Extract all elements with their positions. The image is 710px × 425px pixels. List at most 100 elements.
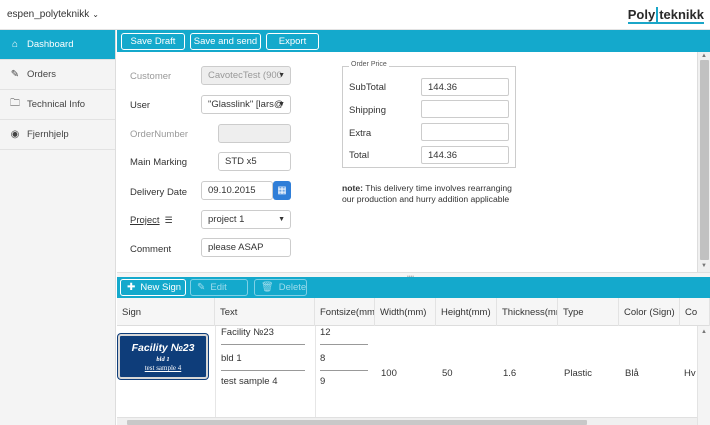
edit-icon: ✎ <box>197 282 206 293</box>
edit-icon: ✎ <box>10 69 20 80</box>
extra-input[interactable] <box>421 123 509 141</box>
main-marking-input[interactable]: STD x5 <box>218 152 291 171</box>
fontsize-value: 12 <box>320 327 331 338</box>
home-icon: ⌂ <box>11 39 19 50</box>
column-header-width[interactable]: Width(mm) <box>375 298 436 326</box>
fontsize-divider <box>320 344 368 345</box>
subtotal-label: SubTotal <box>349 82 386 93</box>
scrollbar-thumb[interactable] <box>700 60 709 260</box>
grid-header: Sign Text Fontsize(mm) Width(mm) Height(… <box>117 298 710 326</box>
subtotal-input[interactable]: 144.36 <box>421 78 509 96</box>
total-input[interactable]: 144.36 <box>421 146 509 164</box>
lifebuoy-icon: ◉ <box>10 129 20 140</box>
comment-input[interactable]: please ASAP <box>201 238 291 257</box>
sidebar-item-orders[interactable]: ✎ Orders <box>0 60 115 90</box>
order-price-panel: Order Price SubTotal 144.36 Shipping Ext… <box>342 61 516 168</box>
logo-underline <box>627 22 704 24</box>
extra-label: Extra <box>349 128 372 139</box>
sidebar-item-dashboard[interactable]: ⌂ Dashboard <box>0 30 115 60</box>
dropdown-arrow-icon: ▼ <box>278 101 285 108</box>
sign-text-line: test sample 4 <box>221 376 278 387</box>
edit-button[interactable]: ✎ Edit <box>190 279 248 296</box>
delivery-date-label: Delivery Date <box>130 187 188 198</box>
chevron-down-icon: ⌄ <box>92 10 99 19</box>
plus-icon: ✚ <box>127 282 136 293</box>
export-button[interactable]: Export <box>266 33 319 50</box>
sidebar: ⌂ Dashboard ✎ Orders 🗀 Technical Info ◉ … <box>0 30 116 425</box>
shipping-input[interactable] <box>421 100 509 118</box>
sign-text-line: Facility №23 <box>221 327 274 338</box>
scroll-down-icon[interactable]: ▼ <box>701 263 707 269</box>
order-number-label: OrderNumber <box>130 129 189 140</box>
sign-grid: Sign Text Fontsize(mm) Width(mm) Height(… <box>117 298 710 425</box>
order-toolbar: Save Draft Save and send Export <box>117 30 710 52</box>
column-header-thickness[interactable]: Thickness(mm <box>497 298 558 326</box>
edit-label: Edit <box>210 282 227 293</box>
trash-icon: 🗑 <box>261 282 274 293</box>
sidebar-item-label: Fjernhjelp <box>27 129 69 140</box>
sign-text-line: bld 1 <box>221 353 242 364</box>
save-draft-button[interactable]: Save Draft <box>121 33 185 50</box>
new-sign-button[interactable]: ✚ New Sign <box>120 279 186 296</box>
project-value: project 1 <box>208 214 245 225</box>
customer-value: CavotecTest (900 <box>208 70 282 81</box>
delivery-note: note: This delivery time involves rearra… <box>342 183 517 205</box>
thickness-value: 1.6 <box>503 368 517 379</box>
scroll-up-icon[interactable]: ▲ <box>701 329 707 335</box>
user-label: User <box>130 100 151 111</box>
scrollbar-thumb[interactable] <box>127 420 587 425</box>
sidebar-item-label: Technical Info <box>27 99 86 110</box>
column-header-sign[interactable]: Sign <box>117 298 215 326</box>
top-bar: espen_polyteknikk ⌄ Poly teknikk <box>0 0 710 30</box>
column-header-color2[interactable]: Co <box>680 298 710 326</box>
list-icon[interactable]: ☰ <box>165 215 173 225</box>
order-form: Customer CavotecTest (900 ▼ User "Glassl… <box>117 52 697 272</box>
scroll-up-icon[interactable]: ▲ <box>701 53 707 59</box>
delete-label: Delete <box>278 282 307 293</box>
logo-text-part2: teknikk <box>656 6 704 22</box>
customer-label: Customer <box>130 71 172 82</box>
column-header-type[interactable]: Type <box>558 298 619 326</box>
order-price-legend: Order Price <box>349 61 389 68</box>
delete-button[interactable]: 🗑 Delete <box>254 279 307 296</box>
grid-scrollbar[interactable]: ▲ <box>697 326 710 425</box>
height-value: 50 <box>442 368 453 379</box>
folder-icon: 🗀 <box>10 98 20 109</box>
customer-select[interactable]: CavotecTest (900 ▼ <box>201 66 291 85</box>
form-scrollbar[interactable]: ▲ ▼ <box>697 52 710 272</box>
calendar-icon[interactable]: ▦ <box>273 181 291 200</box>
column-header-text[interactable]: Text <box>215 298 315 326</box>
fontsize-value: 8 <box>320 353 326 364</box>
sign-preview[interactable]: Facility №23 bld 1 test sample 4 <box>118 334 208 379</box>
main-marking-label: Main Marking <box>130 157 188 168</box>
sidebar-item-label: Dashboard <box>27 39 74 50</box>
text-divider <box>221 344 305 345</box>
column-header-color-sign[interactable]: Color (Sign) <box>619 298 680 326</box>
color-sign-value: Blå <box>625 368 639 379</box>
dropdown-arrow-icon: ▼ <box>278 216 285 223</box>
new-sign-label: New Sign <box>140 282 182 293</box>
project-select[interactable]: project 1 ▼ <box>201 210 291 229</box>
user-select[interactable]: "Glasslink" [lars@ ▼ <box>201 95 291 114</box>
sign-grid-toolbar: ✚ New Sign ✎ Edit 🗑 Delete <box>117 277 710 298</box>
sidebar-item-label: Orders <box>27 69 57 80</box>
sidebar-item-technical-info[interactable]: 🗀 Technical Info <box>0 90 115 120</box>
type-value: Plastic <box>564 368 592 379</box>
account-menu[interactable]: espen_polyteknikk ⌄ <box>7 9 99 20</box>
project-label[interactable]: Project ☰ <box>130 215 173 226</box>
color2-value: Hv <box>684 368 696 379</box>
save-and-send-button[interactable]: Save and send <box>190 33 261 50</box>
column-header-height[interactable]: Height(mm) <box>436 298 497 326</box>
comment-label: Comment <box>130 244 172 255</box>
note-text: This delivery time involves rearranging … <box>342 183 512 204</box>
project-link[interactable]: Project <box>130 215 160 226</box>
company-logo: Poly teknikk <box>627 4 704 24</box>
order-number-input[interactable] <box>218 124 291 143</box>
account-name: espen_polyteknikk <box>7 9 90 20</box>
user-value: "Glasslink" [lars@ <box>208 99 284 110</box>
delivery-date-input[interactable]: 09.10.2015 <box>201 181 273 200</box>
fontsize-divider <box>320 370 368 371</box>
column-header-fontsize[interactable]: Fontsize(mm) <box>315 298 375 326</box>
sidebar-item-fjernhjelp[interactable]: ◉ Fjernhjelp <box>0 120 115 150</box>
grid-horizontal-scrollbar[interactable] <box>117 417 697 425</box>
